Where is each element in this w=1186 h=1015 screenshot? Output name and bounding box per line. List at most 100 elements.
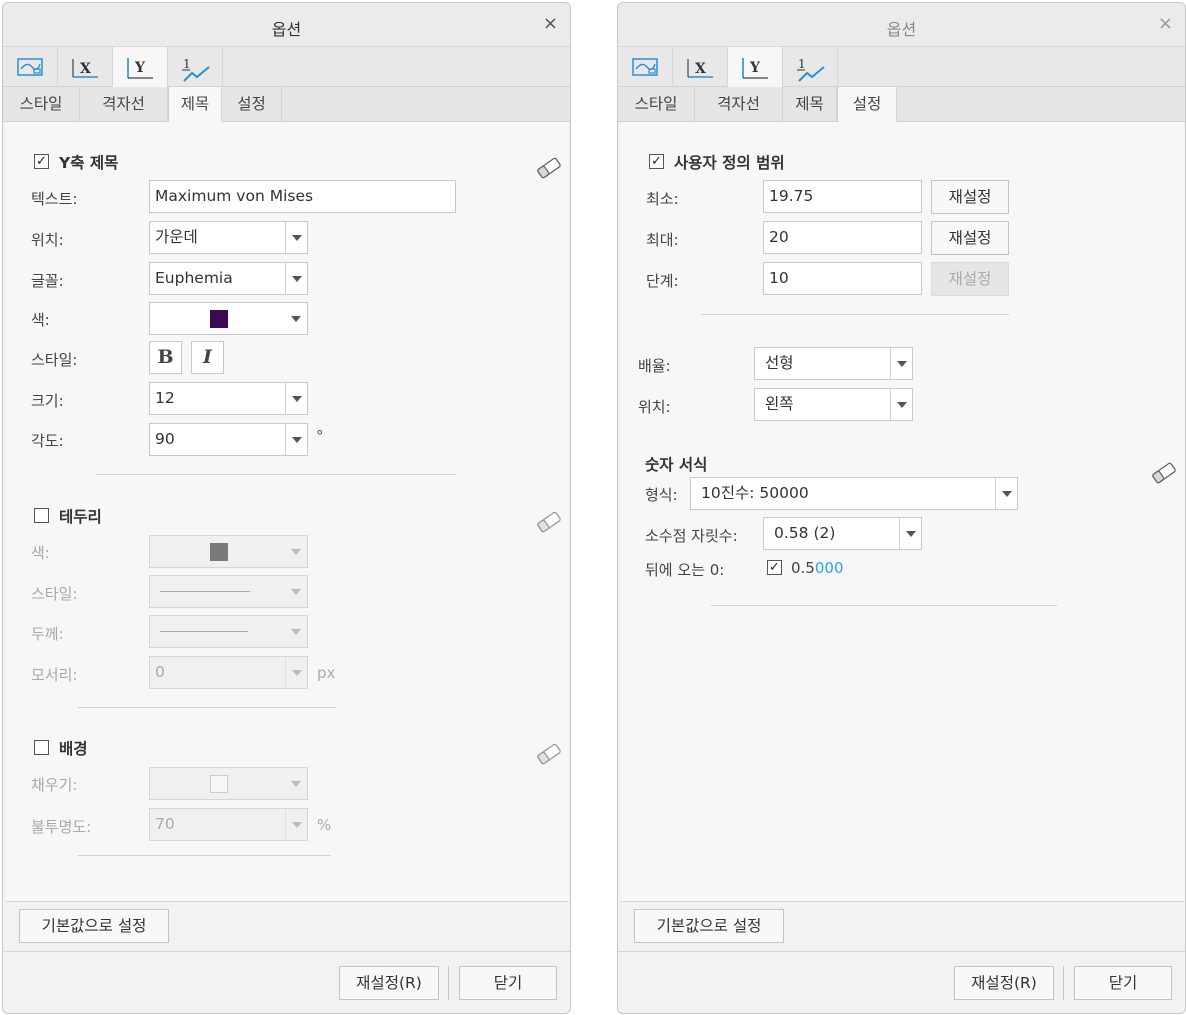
tab-settings[interactable]: 설정 <box>837 87 897 123</box>
reset-step-button[interactable]: 재설정 <box>931 262 1009 296</box>
position-select[interactable]: 가운데 <box>149 221 308 254</box>
close-icon[interactable]: × <box>1158 13 1173 34</box>
format-label: 형식: <box>645 486 678 504</box>
axis-settings-panel: ✓ 사용자 정의 범위 최소: 19.75 재설정 최대: 20 재설정 단계:… <box>621 122 1184 902</box>
divider <box>78 707 336 708</box>
fill-select[interactable] <box>149 767 308 800</box>
reset-button[interactable]: 재설정(R) <box>954 966 1054 1000</box>
dropdown-arrow-box <box>285 809 307 840</box>
tab-x-axis[interactable]: X <box>58 47 113 87</box>
title-settings-panel: ✓ Y축 제목 텍스트: Maximum von Mises 위치: 가운데 글… <box>6 122 569 902</box>
svg-text:Y: Y <box>134 60 146 76</box>
chevron-down-icon <box>292 396 302 402</box>
bold-button[interactable]: B <box>149 341 182 374</box>
tab-gridlines[interactable]: 격자선 <box>695 87 783 122</box>
button-separator <box>448 966 449 1000</box>
min-input[interactable]: 19.75 <box>763 180 922 213</box>
tab-chart-style[interactable] <box>618 47 673 87</box>
tab-style[interactable]: 스타일 <box>3 87 80 122</box>
dropdown-arrow-box <box>285 263 307 294</box>
dropdown-arrow-box <box>285 768 307 799</box>
chevron-down-icon <box>291 549 301 555</box>
angle-select[interactable]: 90 <box>149 423 308 456</box>
color-swatch <box>210 310 228 328</box>
custom-range-checkbox[interactable]: ✓ <box>649 154 664 169</box>
dialog-title: 옵션 <box>886 20 917 39</box>
tab-title[interactable]: 제목 <box>168 87 222 123</box>
dropdown-arrow-box <box>285 222 307 253</box>
chart-style-icon <box>632 58 658 76</box>
set-defaults-button[interactable]: 기본값으로 설정 <box>19 909 169 943</box>
decimals-select[interactable]: 0.58 (2) <box>763 517 922 550</box>
chevron-down-icon <box>291 316 301 322</box>
opacity-select[interactable]: 70 <box>149 808 308 841</box>
tab-gridlines[interactable]: 격자선 <box>80 87 168 122</box>
set-defaults-button[interactable]: 기본값으로 설정 <box>634 909 784 943</box>
border-checkbox[interactable] <box>34 508 49 523</box>
reset-max-button[interactable]: 재설정 <box>931 221 1009 255</box>
chevron-down-icon <box>292 437 302 443</box>
x-axis-icon: X <box>687 59 713 78</box>
border-color-select[interactable] <box>149 535 308 568</box>
tab-x-axis[interactable]: X <box>673 47 728 87</box>
format-select[interactable]: 10진수: 50000 <box>690 477 1018 510</box>
eraser-icon[interactable] <box>535 742 563 766</box>
border-thickness-select[interactable] <box>149 615 308 648</box>
svg-text:Y: Y <box>749 60 761 76</box>
step-input[interactable]: 10 <box>763 262 922 295</box>
title-bar[interactable]: 옵션 × <box>3 3 570 47</box>
tab-series[interactable]: 1 <box>168 47 223 87</box>
size-value: 12 <box>155 389 175 407</box>
y-axis-icon: Y <box>127 58 153 79</box>
style-label: 스타일: <box>31 351 78 369</box>
axis-position-select[interactable]: 왼쪽 <box>754 388 913 421</box>
tab-y-axis[interactable]: Y <box>113 47 168 88</box>
eraser-icon[interactable] <box>535 156 563 180</box>
svg-text:X: X <box>80 61 91 77</box>
font-value: Euphemia <box>155 269 233 287</box>
eraser-icon[interactable] <box>535 510 563 534</box>
eraser-icon[interactable] <box>1150 461 1178 485</box>
italic-button[interactable]: I <box>191 341 224 374</box>
close-icon[interactable]: × <box>543 13 558 34</box>
corner-select[interactable]: 0 <box>149 656 308 689</box>
max-input[interactable]: 20 <box>763 221 922 254</box>
tab-chart-style[interactable] <box>3 47 58 87</box>
tab-series[interactable]: 1 <box>783 47 838 87</box>
line-style-preview <box>160 591 250 592</box>
close-button[interactable]: 닫기 <box>1074 966 1172 1000</box>
fill-label: 채우기: <box>31 776 78 794</box>
chevron-down-icon <box>291 589 301 595</box>
reset-button[interactable]: 재설정(R) <box>339 966 439 1000</box>
color-select[interactable] <box>149 302 308 335</box>
reset-min-button[interactable]: 재설정 <box>931 180 1009 214</box>
tab-title[interactable]: 제목 <box>783 87 837 122</box>
tab-y-axis[interactable]: Y <box>728 47 783 88</box>
border-style-label: 스타일: <box>31 585 78 603</box>
border-style-select[interactable] <box>149 575 308 608</box>
font-select[interactable]: Euphemia <box>149 262 308 295</box>
opacity-value: 70 <box>155 815 175 833</box>
title-text-input[interactable]: Maximum von Mises <box>149 180 456 213</box>
tab-style[interactable]: 스타일 <box>618 87 695 122</box>
trailing-zeros-label: 뒤에 오는 0: <box>645 561 725 579</box>
icon-tab-bar: X Y 1 <box>618 47 1185 88</box>
tab-settings[interactable]: 설정 <box>222 87 282 122</box>
size-select[interactable]: 12 <box>149 382 308 415</box>
text-tab-bar: 스타일 격자선 제목 설정 <box>3 87 570 123</box>
close-button[interactable]: 닫기 <box>459 966 557 1000</box>
title-bar[interactable]: 옵션 × <box>618 3 1185 47</box>
scale-select[interactable]: 선형 <box>754 347 913 380</box>
options-dialog-right: 옵션 × X Y 1 스타일 격자선 제목 설정 ✓ 사용자 정의 범위 최소:… <box>617 2 1186 1014</box>
trailing-zeros-checkbox[interactable]: ✓ <box>767 560 782 575</box>
background-checkbox[interactable] <box>34 740 49 755</box>
border-thickness-label: 두께: <box>31 625 64 643</box>
font-label: 글꼴: <box>31 272 64 290</box>
axis-position-value: 왼쪽 <box>765 395 794 413</box>
dropdown-arrow-box <box>285 576 307 607</box>
position-value: 가운데 <box>155 228 198 246</box>
preview-zeros: 000 <box>814 559 844 577</box>
y-title-checkbox[interactable]: ✓ <box>34 154 49 169</box>
x-axis-icon: X <box>72 59 98 78</box>
dialog-title: 옵션 <box>271 20 302 39</box>
